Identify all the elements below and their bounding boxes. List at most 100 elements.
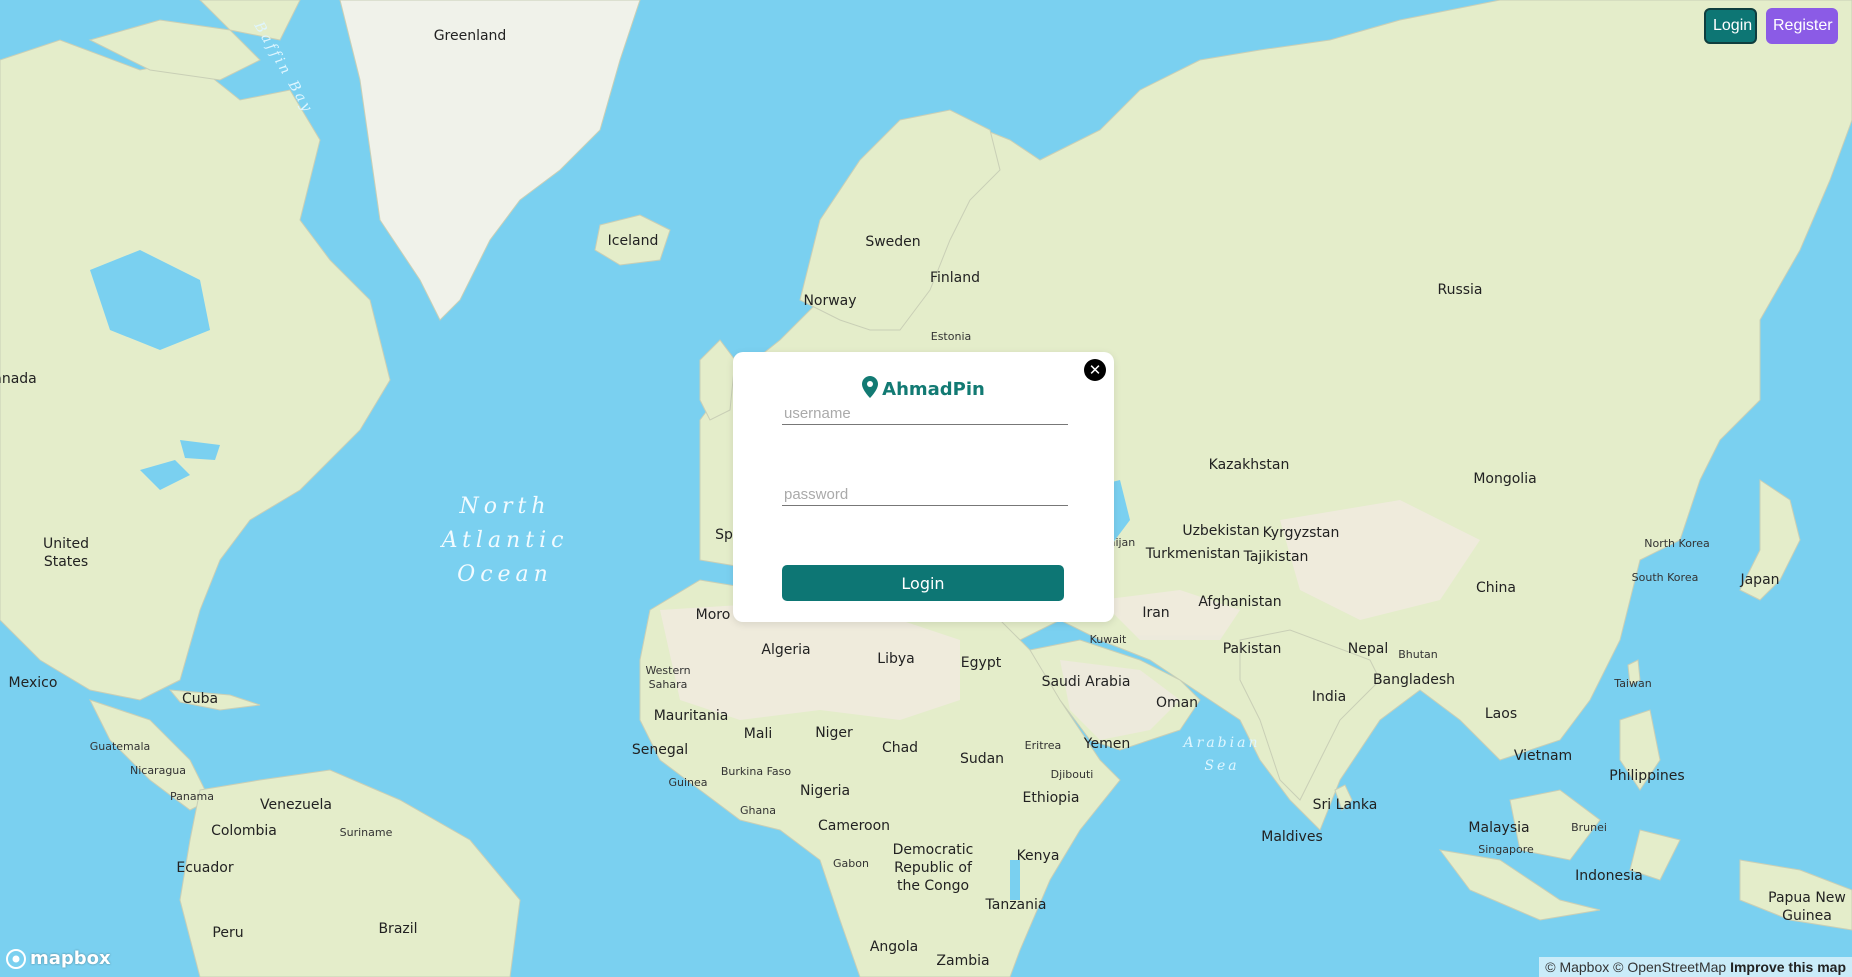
map-label-oman: Oman xyxy=(1156,695,1198,711)
map-label-kuwait: Kuwait xyxy=(1090,633,1127,646)
map-label-western-sahara-2: Sahara xyxy=(649,678,688,691)
map-label-colombia: Colombia xyxy=(211,823,277,839)
map-label-niger: Niger xyxy=(815,725,853,741)
map-label-sudan: Sudan xyxy=(960,751,1004,767)
map-label-japan: Japan xyxy=(1739,572,1779,588)
mapbox-logo-text: mapbox xyxy=(30,948,111,969)
map-label-malaysia: Malaysia xyxy=(1468,820,1529,836)
map-label-guinea: Guinea xyxy=(668,776,707,789)
map-label-sweden: Sweden xyxy=(865,234,920,250)
map-pin-icon xyxy=(862,376,879,398)
map-label-senegal: Senegal xyxy=(632,742,688,758)
ocean-label-north-atlantic-3: Ocean xyxy=(457,562,553,587)
map-label-nigeria: Nigeria xyxy=(800,783,850,799)
map-label-nicaragua: Nicaragua xyxy=(130,764,186,777)
map-label-nepal: Nepal xyxy=(1348,641,1388,657)
map-label-mali: Mali xyxy=(744,726,772,742)
map-label-brazil: Brazil xyxy=(378,921,417,937)
map-label-brunei: Brunei xyxy=(1571,821,1607,834)
attribution-text[interactable]: © Mapbox © OpenStreetMap xyxy=(1545,959,1726,975)
map-label-greenland: Greenland xyxy=(434,28,507,44)
map-label-burkina-faso: Burkina Faso xyxy=(721,765,791,778)
map-attribution: © Mapbox © OpenStreetMap Improve this ma… xyxy=(1539,957,1852,977)
map-label-taiwan: Taiwan xyxy=(1613,677,1651,690)
map-label-papua-new-guinea-2: Guinea xyxy=(1782,908,1832,924)
map-label-suriname: Suriname xyxy=(340,826,393,839)
login-modal: ✕ AhmadPin Login xyxy=(733,352,1114,622)
map-label-north-korea: North Korea xyxy=(1644,537,1709,550)
map-label-mexico: Mexico xyxy=(9,675,58,691)
map-label-norway: Norway xyxy=(803,293,856,309)
map-label-vietnam: Vietnam xyxy=(1514,748,1572,764)
map-label-venezuela: Venezuela xyxy=(260,797,332,813)
map-label-western-sahara-1: Western xyxy=(645,664,690,677)
map-label-united-states-2: States xyxy=(44,554,88,570)
map-label-iran: Iran xyxy=(1142,605,1169,621)
map-label-bangladesh: Bangladesh xyxy=(1373,672,1455,688)
map-label-chad: Chad xyxy=(882,740,918,756)
map-label-gabon: Gabon xyxy=(833,857,869,870)
map-label-maldives: Maldives xyxy=(1261,829,1323,845)
map-label-panama: Panama xyxy=(170,790,214,803)
brand-name: AhmadPin xyxy=(882,379,985,400)
header-login-button[interactable]: Login xyxy=(1704,8,1757,44)
map-label-eritrea: Eritrea xyxy=(1025,739,1062,752)
map-label-ghana: Ghana xyxy=(740,804,776,817)
mapbox-logo-icon xyxy=(6,948,26,969)
brand-title: AhmadPin xyxy=(733,376,1114,400)
password-input[interactable] xyxy=(782,486,1068,506)
map-label-china: China xyxy=(1476,580,1516,596)
mapbox-logo[interactable]: mapbox xyxy=(6,948,111,969)
login-submit-button[interactable]: Login xyxy=(782,565,1064,601)
map-label-kazakhstan: Kazakhstan xyxy=(1209,457,1290,473)
map-label-ethiopia: Ethiopia xyxy=(1022,790,1079,806)
map-label-uzbekistan: Uzbekistan xyxy=(1182,523,1259,539)
map-label-laos: Laos xyxy=(1485,706,1517,722)
map-label-bhutan: Bhutan xyxy=(1398,648,1438,661)
map-label-yemen: Yemen xyxy=(1083,736,1130,752)
map-label-libya: Libya xyxy=(877,651,914,667)
username-input[interactable] xyxy=(782,405,1068,425)
map-label-estonia: Estonia xyxy=(931,330,972,343)
map-label-south-korea: South Korea xyxy=(1632,571,1699,584)
map-label-kyrgyzstan: Kyrgyzstan xyxy=(1263,525,1340,541)
map-label-russia: Russia xyxy=(1437,282,1482,298)
map-label-drc-2: Republic of xyxy=(894,860,973,876)
ocean-label-arabian-sea-2: Sea xyxy=(1204,758,1239,774)
map-label-afghanistan: Afghanistan xyxy=(1198,594,1281,610)
map-label-peru: Peru xyxy=(212,925,243,941)
map-label-morocco: Moro xyxy=(696,607,731,623)
map-label-pakistan: Pakistan xyxy=(1223,641,1282,657)
ocean-label-arabian-sea-1: Arabian xyxy=(1182,735,1261,751)
map-label-united-states-1: United xyxy=(43,536,89,552)
map-label-saudi-arabia: Saudi Arabia xyxy=(1042,674,1131,690)
map-label-indonesia: Indonesia xyxy=(1575,868,1643,884)
map-label-zambia: Zambia xyxy=(936,953,989,969)
map-label-tajikistan: Tajikistan xyxy=(1243,549,1309,565)
map-label-kenya: Kenya xyxy=(1017,848,1060,864)
map-label-india: India xyxy=(1312,689,1346,705)
improve-map-link[interactable]: Improve this map xyxy=(1730,959,1846,975)
map-label-mauritania: Mauritania xyxy=(654,708,729,724)
map-label-mongolia: Mongolia xyxy=(1473,471,1536,487)
map-label-papua-new-guinea-1: Papua New xyxy=(1768,890,1846,906)
map-label-ecuador: Ecuador xyxy=(176,860,233,876)
map-label-finland: Finland xyxy=(930,270,980,286)
map-label-spain: Sp xyxy=(715,527,733,543)
map-label-drc-1: Democratic xyxy=(893,842,974,858)
map-label-angola: Angola xyxy=(870,939,918,955)
map-label-turkmenistan: Turkmenistan xyxy=(1145,546,1240,562)
ocean-label-north-atlantic-2: Atlantic xyxy=(440,528,569,553)
ocean-label-north-atlantic-1: North xyxy=(458,494,550,519)
map-label-guatemala: Guatemala xyxy=(90,740,151,753)
map-label-cameroon: Cameroon xyxy=(818,818,890,834)
header-register-button[interactable]: Register xyxy=(1766,8,1838,44)
map-label-djibouti: Djibouti xyxy=(1051,768,1094,781)
map-label-sri-lanka: Sri Lanka xyxy=(1313,797,1378,813)
map-label-singapore: Singapore xyxy=(1478,843,1534,856)
map-label-iceland: Iceland xyxy=(608,233,659,249)
map-label-canada: anada xyxy=(0,371,37,387)
map-label-drc-3: the Congo xyxy=(897,878,969,894)
map-label-cuba: Cuba xyxy=(182,691,218,707)
map-label-algeria: Algeria xyxy=(761,642,810,658)
